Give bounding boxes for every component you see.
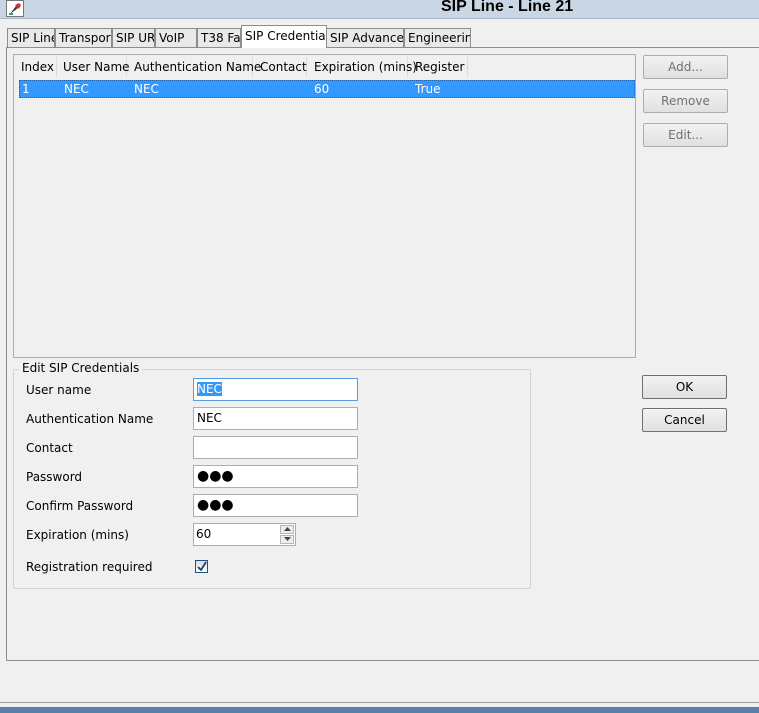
credentials-list[interactable]: Index User Name Authentication Name Cont… (13, 54, 636, 358)
cell-user-name: NEC (64, 82, 89, 96)
column-header-expiration[interactable]: Expiration (mins) (307, 57, 417, 77)
column-header-index[interactable]: Index (14, 57, 57, 77)
edit-button[interactable]: Edit... (643, 123, 728, 147)
column-header-register[interactable]: Register (408, 57, 468, 77)
status-divider (0, 702, 759, 703)
registration-required-checkbox[interactable] (195, 560, 208, 573)
auth-name-label: Authentication Name (26, 412, 154, 426)
window-title: SIP Line - Line 21 (441, 0, 574, 15)
cell-register: True (415, 82, 441, 96)
list-header: Index User Name Authentication Name Cont… (14, 57, 635, 77)
checkmark-icon (197, 561, 207, 572)
password-label: Password (26, 470, 83, 484)
expiration-spinner[interactable]: 60 (193, 523, 296, 546)
app-config-icon[interactable] (6, 0, 24, 17)
tab-sip-uri[interactable]: SIP URI (112, 28, 155, 47)
auth-name-input[interactable]: NEC (193, 407, 358, 430)
expiration-value: 60 (196, 527, 212, 541)
add-button[interactable]: Add... (643, 55, 728, 79)
ok-button[interactable]: OK (642, 375, 727, 399)
confirm-password-label: Confirm Password (26, 499, 134, 513)
user-name-label: User name (26, 383, 92, 397)
cell-auth-name: NEC (134, 82, 159, 96)
spinner-buttons (280, 525, 294, 544)
column-header-user-name[interactable]: User Name (56, 57, 130, 77)
taskbar-edge (0, 707, 759, 713)
tab-t38-fax[interactable]: T38 Fax (197, 28, 241, 47)
confirm-password-input[interactable]: ●●● (193, 494, 358, 517)
tab-sip-line[interactable]: SIP Line (7, 28, 55, 47)
spin-up-arrow-icon[interactable] (280, 525, 294, 534)
cell-expiration: 60 (314, 82, 330, 96)
user-name-input[interactable]: NEC (193, 378, 358, 401)
table-row[interactable]: 1 NEC NEC 60 True (19, 80, 635, 98)
edit-group-title: Edit SIP Credentials (19, 361, 143, 375)
cancel-button[interactable]: Cancel (642, 408, 727, 432)
tab-transport[interactable]: Transport (55, 28, 112, 47)
contact-input[interactable] (193, 436, 358, 459)
tab-sip-advanced[interactable]: SIP Advanced (326, 28, 404, 47)
cell-index: 1 (22, 82, 30, 96)
user-name-value: NEC (197, 382, 222, 396)
column-header-contact[interactable]: Contact (253, 57, 307, 77)
spin-down-arrow-icon[interactable] (280, 535, 294, 544)
tab-sip-credentials[interactable]: SIP Credentials (241, 25, 327, 48)
column-header-auth-name[interactable]: Authentication Name (127, 57, 261, 77)
remove-button[interactable]: Remove (643, 89, 728, 113)
tab-engineering[interactable]: Engineering (404, 28, 471, 47)
tab-voip[interactable]: VoIP (155, 28, 197, 47)
title-bar: SIP Line - Line 21 (0, 0, 759, 19)
contact-label: Contact (26, 441, 73, 455)
registration-required-label: Registration required (26, 560, 153, 574)
password-input[interactable]: ●●● (193, 465, 358, 488)
expiration-label: Expiration (mins) (26, 528, 129, 542)
